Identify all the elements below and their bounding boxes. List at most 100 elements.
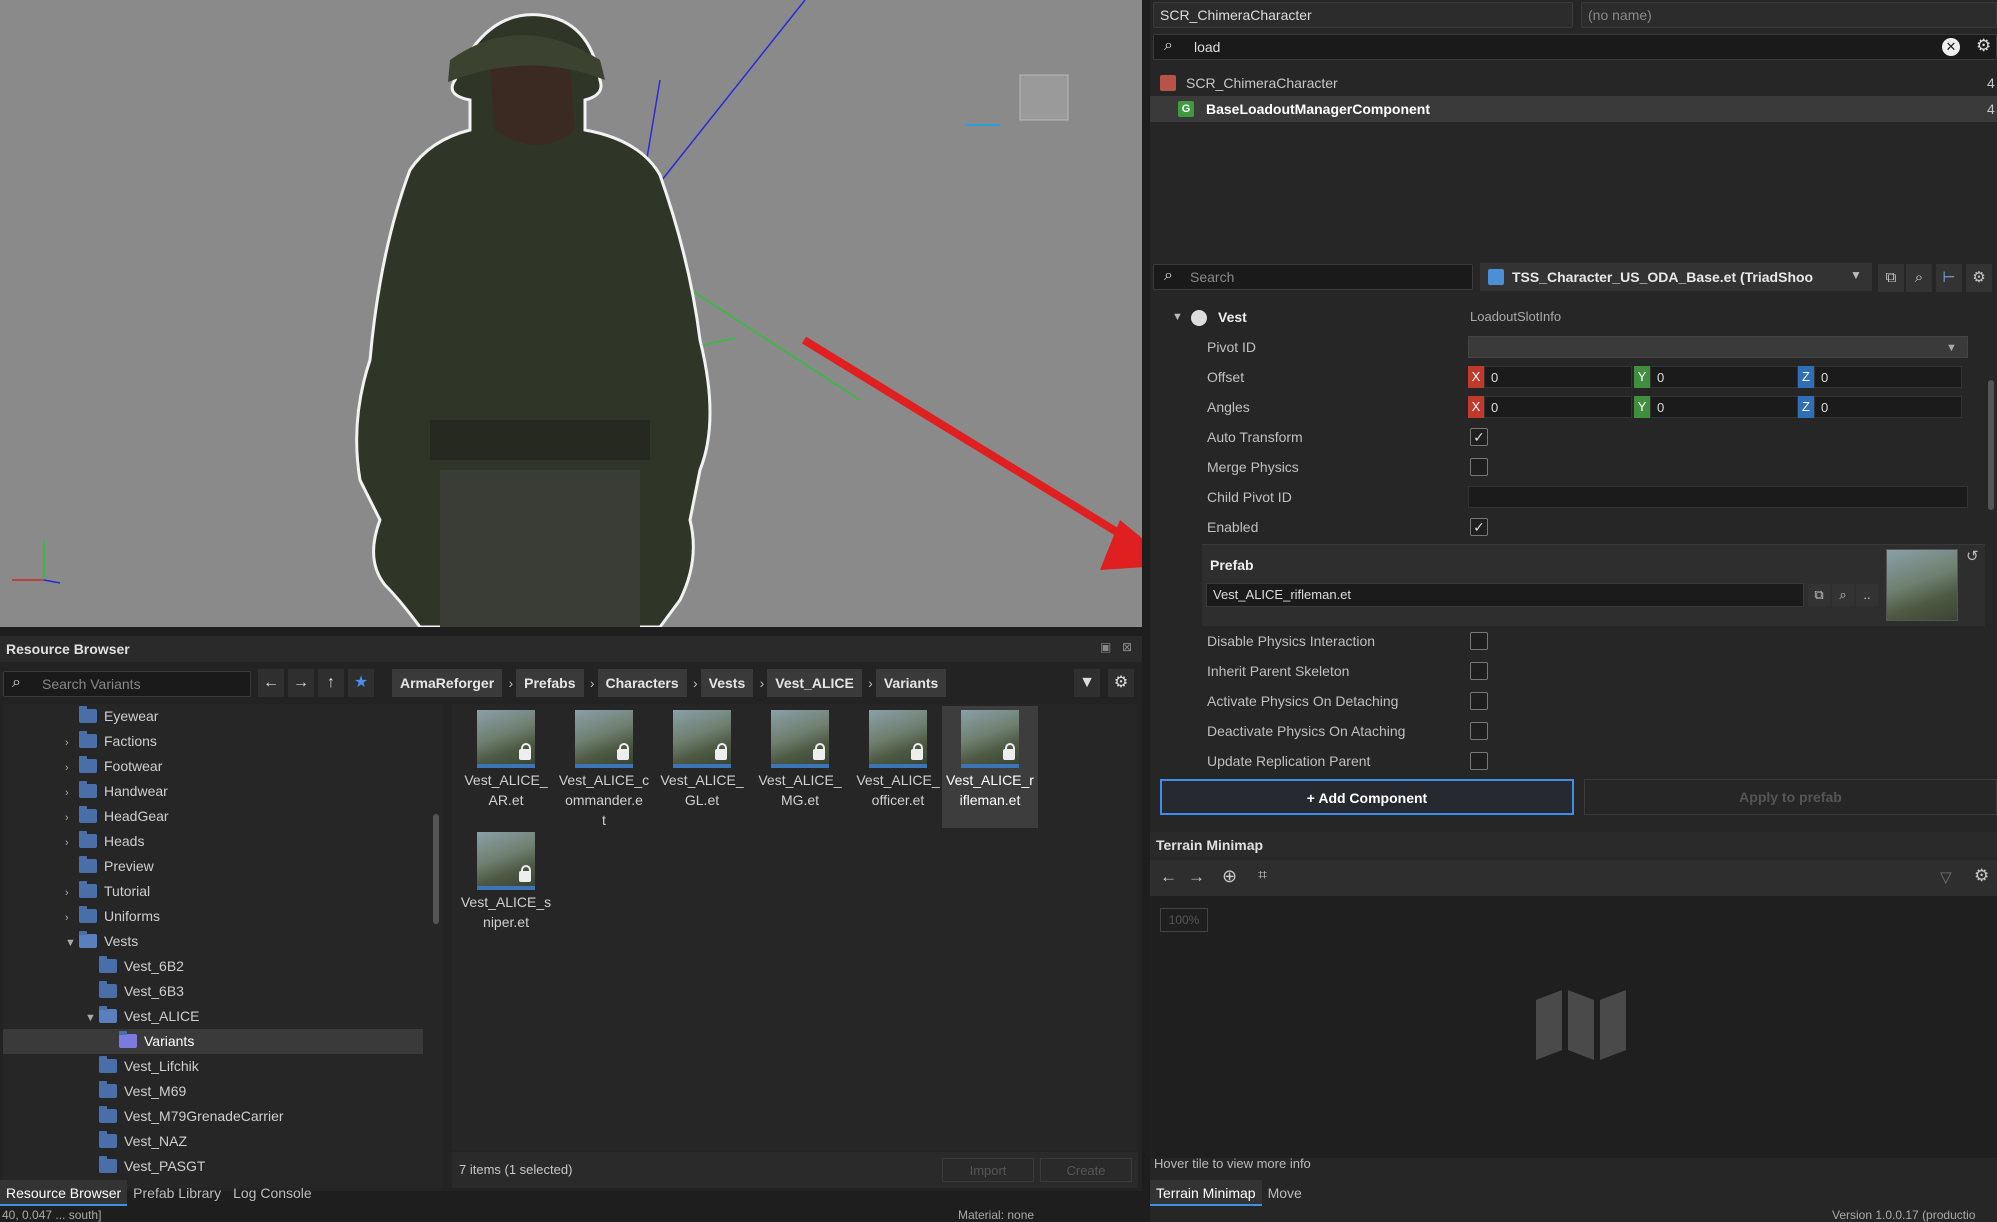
tree-item[interactable]: Preview	[65, 854, 154, 879]
reset-icon[interactable]: ↺	[1966, 547, 1979, 565]
gear-icon[interactable]: ⚙	[1966, 264, 1992, 292]
file-item-selected[interactable]: Vest_ALICE_r ifleman.et	[942, 706, 1038, 828]
search-icon[interactable]: ⌕	[1906, 264, 1932, 292]
inspector-scrollbar[interactable]	[1988, 380, 1994, 510]
tree-item[interactable]: Vest_M79GrenadeCarrier	[85, 1104, 284, 1129]
forward-arrow-icon[interactable]: →	[1188, 867, 1205, 887]
open-external-icon[interactable]: ⧉	[1878, 264, 1904, 292]
gear-icon[interactable]: ⚙	[1976, 36, 1991, 56]
tree-item[interactable]: Vest_PASGT	[85, 1154, 205, 1174]
file-item[interactable]: Vest_ALICE_ AR.et	[458, 706, 554, 810]
file-item[interactable]: Vest_ALICE_ officer.et	[850, 706, 946, 810]
chevron-right-icon[interactable]: ›	[65, 756, 79, 781]
import-button[interactable]: Import	[942, 1158, 1034, 1182]
filter-icon[interactable]: ▼	[1074, 669, 1100, 697]
up-arrow-icon[interactable]: ↑	[318, 669, 344, 697]
activate-physics-checkbox[interactable]	[1470, 692, 1488, 710]
tree-item-selected[interactable]: Variants	[3, 1029, 423, 1054]
tree-scrollbar[interactable]	[433, 814, 439, 924]
tree-item[interactable]: › Tutorial	[65, 879, 150, 904]
disable-physics-checkbox[interactable]	[1470, 632, 1488, 650]
file-item[interactable]: Vest_ALICE_s niper.et	[458, 828, 554, 932]
crop-icon[interactable]: ⌗	[1258, 867, 1267, 885]
auto-transform-checkbox[interactable]: ✓	[1470, 428, 1488, 446]
breadcrumb-item[interactable]: ArmaReforger	[392, 669, 513, 697]
breadcrumb-item[interactable]: Characters	[597, 669, 698, 697]
chevron-down-icon[interactable]: ▼	[1172, 302, 1183, 332]
vest-section-header[interactable]: ▼ Vest LoadoutSlotInfo	[1150, 302, 1985, 332]
tree-item[interactable]: Vest_6B3	[85, 979, 184, 1004]
chevron-right-icon[interactable]: ›	[65, 806, 79, 831]
tree-item[interactable]: › Uniforms	[65, 904, 160, 929]
tab-resource-browser[interactable]: Resource Browser	[0, 1180, 128, 1206]
tree-item[interactable]: Vest_Lifchik	[85, 1054, 199, 1079]
enabled-checkbox[interactable]: ✓	[1470, 518, 1488, 536]
component-row[interactable]: SCR_ChimeraCharacter 4	[1150, 70, 1997, 96]
chevron-right-icon[interactable]: ›	[65, 906, 79, 931]
breadcrumb-item[interactable]: Variants	[875, 669, 947, 697]
chevron-right-icon[interactable]: ›	[65, 731, 79, 756]
update-replication-checkbox[interactable]	[1470, 752, 1488, 770]
search-icon[interactable]: ⌕	[1832, 584, 1854, 606]
deactivate-physics-checkbox[interactable]	[1470, 722, 1488, 740]
file-item[interactable]: Vest_ALICE_ GL.et	[654, 706, 750, 810]
component-row-selected[interactable]: G BaseLoadoutManagerComponent 4	[1150, 96, 1997, 122]
inherit-skeleton-checkbox[interactable]	[1470, 662, 1488, 680]
tab-move[interactable]: Move	[1262, 1180, 1308, 1206]
tree-item[interactable]: › Heads	[65, 829, 144, 854]
prefab-path-input[interactable]: Vest_ALICE_rifleman.et	[1206, 583, 1804, 607]
tab-log-console[interactable]: Log Console	[227, 1180, 318, 1206]
breadcrumb-item[interactable]: Vest_ALICE	[767, 669, 872, 697]
chevron-right-icon[interactable]: ›	[65, 781, 79, 806]
tree-item[interactable]: Vest_NAZ	[85, 1129, 187, 1154]
clear-icon[interactable]: ✕	[1942, 38, 1960, 56]
tree-item[interactable]: Vest_6B2	[85, 954, 184, 979]
child-pivot-id-input[interactable]	[1468, 486, 1968, 508]
filter-icon[interactable]: ▽	[1940, 868, 1952, 886]
chevron-down-icon[interactable]: ▼	[65, 931, 79, 956]
tree-item[interactable]: ▼ Vest_ALICE	[85, 1004, 200, 1029]
gear-icon[interactable]: ⚙	[1108, 669, 1134, 697]
tree-item[interactable]: Eyewear	[65, 704, 158, 729]
back-arrow-icon[interactable]: ←	[1160, 867, 1177, 887]
scene-viewport[interactable]	[0, 0, 1142, 627]
apply-prefab-button[interactable]: Apply to prefab	[1584, 779, 1997, 815]
file-item[interactable]: Vest_ALICE_ MG.et	[752, 706, 848, 810]
add-component-button[interactable]: + Add Component	[1160, 779, 1574, 815]
tree-item[interactable]: › Footwear	[65, 754, 162, 779]
orientation-cube[interactable]	[965, 74, 1069, 126]
search-variants-input[interactable]: Search Variants	[3, 671, 251, 697]
undock-icon[interactable]: ▣	[1100, 640, 1111, 654]
star-icon[interactable]: ★	[348, 669, 374, 697]
component-filter-input[interactable]: load	[1153, 34, 1997, 60]
tree-item[interactable]: › Handwear	[65, 779, 168, 804]
chevron-down-icon[interactable]: ▼	[85, 1006, 99, 1031]
chevron-right-icon[interactable]: ›	[65, 831, 79, 856]
forward-arrow-icon[interactable]: →	[288, 669, 314, 697]
merge-physics-checkbox[interactable]	[1470, 458, 1488, 476]
create-button[interactable]: Create	[1040, 1158, 1132, 1182]
tree-item[interactable]: ▼ Vests	[65, 929, 138, 954]
file-item[interactable]: Vest_ALICE_c ommander.e t	[556, 706, 652, 830]
tab-terrain-minimap[interactable]: Terrain Minimap	[1150, 1180, 1262, 1206]
property-search-input[interactable]: Search	[1153, 264, 1473, 290]
chevron-down-icon[interactable]: ▼	[1850, 268, 1862, 282]
breadcrumb-item[interactable]: Prefabs	[516, 669, 595, 697]
open-external-icon[interactable]: ⧉	[1808, 584, 1830, 606]
hierarchy-icon[interactable]: ⊢	[1936, 264, 1962, 292]
browse-button[interactable]: ..	[1856, 584, 1878, 606]
breadcrumb-item[interactable]: Vests	[700, 669, 764, 697]
chevron-right-icon[interactable]: ›	[65, 881, 79, 906]
chevron-down-icon[interactable]: ▼	[1946, 333, 1957, 363]
crosshair-icon[interactable]: ⊕	[1222, 866, 1237, 887]
close-icon[interactable]: ⊠	[1122, 640, 1132, 654]
tab-prefab-library[interactable]: Prefab Library	[127, 1180, 227, 1206]
minimap-canvas[interactable]: 100%	[1150, 896, 1997, 1158]
pivot-id-select[interactable]	[1468, 336, 1968, 358]
entity-name-field[interactable]: (no name)	[1581, 2, 1997, 28]
back-arrow-icon[interactable]: ←	[258, 669, 284, 697]
tree-item[interactable]: › Factions	[65, 729, 157, 754]
gear-icon[interactable]: ⚙	[1974, 866, 1989, 886]
tree-item[interactable]: › HeadGear	[65, 804, 169, 829]
prefab-selector[interactable]: TSS_Character_US_ODA_Base.et (TriadShoo	[1480, 263, 1872, 291]
